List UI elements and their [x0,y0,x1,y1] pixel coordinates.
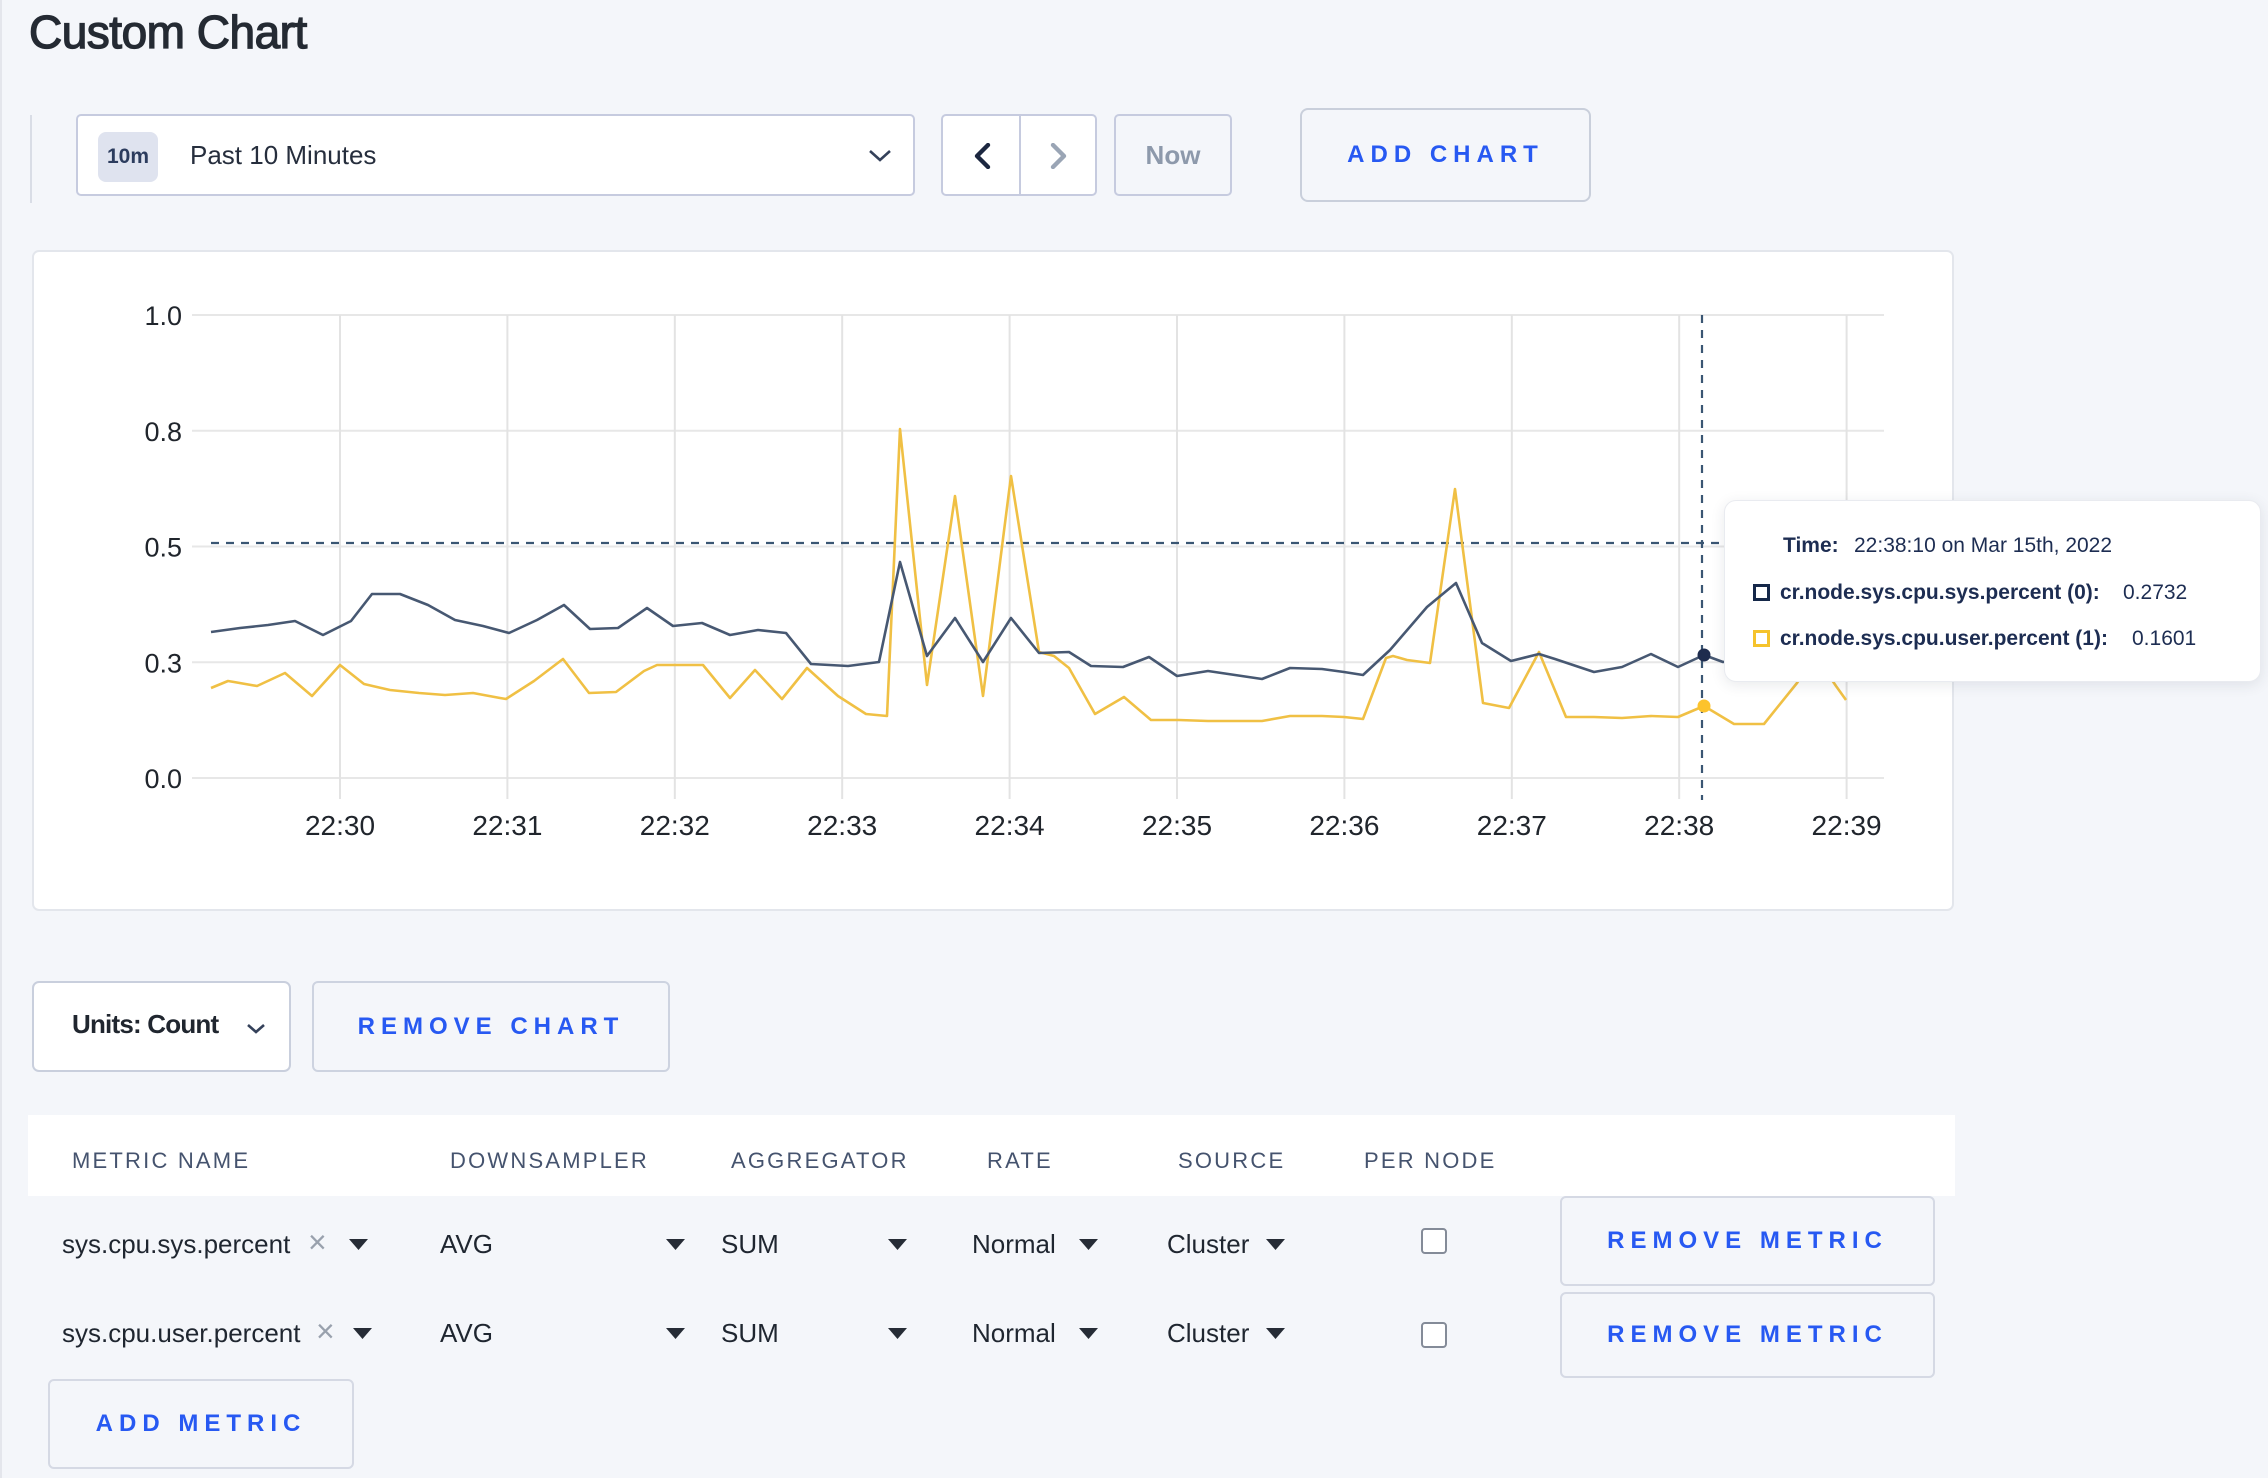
svg-text:22:35: 22:35 [1142,810,1212,841]
svg-text:0.3: 0.3 [144,648,182,678]
svg-text:22:37: 22:37 [1477,810,1547,841]
svg-text:0.0: 0.0 [144,764,182,794]
svg-text:22:36: 22:36 [1309,810,1379,841]
svg-text:22:32: 22:32 [640,810,710,841]
svg-text:22:30: 22:30 [305,810,375,841]
svg-text:0.8: 0.8 [144,417,182,447]
svg-text:22:38: 22:38 [1644,810,1714,841]
svg-text:22:34: 22:34 [975,810,1045,841]
svg-text:22:39: 22:39 [1812,810,1882,841]
svg-text:22:31: 22:31 [472,810,542,841]
svg-text:1.0: 1.0 [144,301,182,331]
svg-text:22:33: 22:33 [807,810,877,841]
svg-text:0.5: 0.5 [144,533,182,563]
